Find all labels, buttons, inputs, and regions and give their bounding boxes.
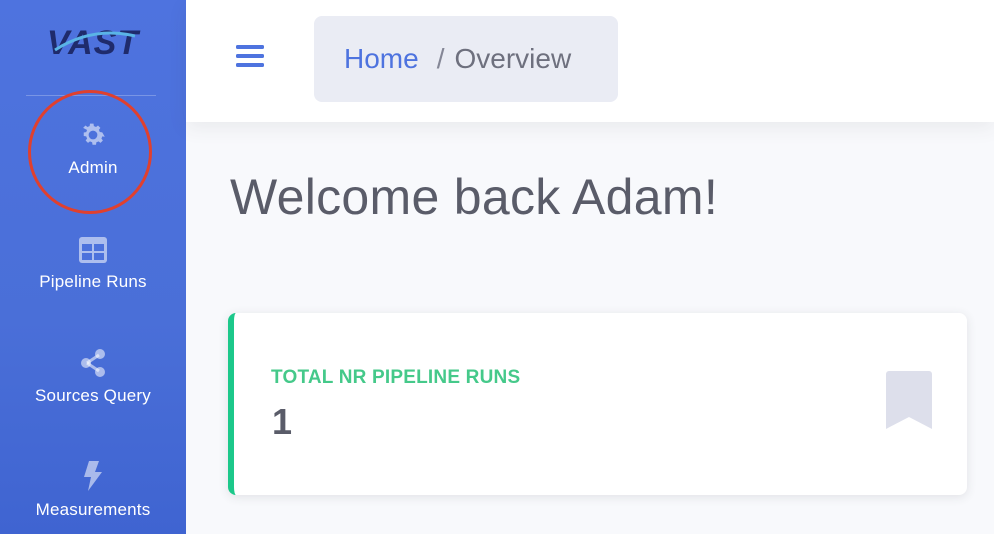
sidebar-item-admin[interactable]: Admin (0, 120, 186, 178)
breadcrumb-current: Overview (454, 43, 572, 74)
stat-card-title: TOTAL NR PIPELINE RUNS (271, 367, 521, 388)
sidebar-item-label: Sources Query (35, 386, 151, 405)
sidebar-item-label: Admin (68, 158, 118, 177)
sidebar-item-label: Pipeline Runs (39, 272, 147, 291)
breadcrumb-separator: / (436, 43, 445, 74)
topbar: Home / Overview (186, 0, 994, 122)
sidebar-divider (26, 95, 156, 96)
bolt-icon (84, 461, 102, 491)
bookmark-icon (886, 371, 932, 429)
stat-card-value: 1 (272, 401, 293, 442)
sidebar-item-pipeline-runs[interactable]: Pipeline Runs (0, 236, 186, 292)
vast-logo: VAST (47, 24, 141, 62)
breadcrumb: Home / Overview (314, 16, 618, 102)
breadcrumb-home-link[interactable]: Home (344, 43, 419, 75)
hamburger-icon (236, 45, 264, 67)
brand-logo[interactable]: VAST (0, 22, 186, 66)
share-icon (81, 349, 105, 377)
logo-text: VAST (47, 24, 141, 62)
sidebar-item-measurements[interactable]: Measurements (0, 460, 186, 520)
sidebar-item-label: Measurements (35, 500, 151, 519)
stat-card-pipeline-runs: TOTAL NR PIPELINE RUNS 1 (228, 313, 967, 495)
gear-icon (83, 123, 105, 145)
sidebar-toggle-button[interactable] (236, 44, 264, 73)
table-icon (79, 237, 107, 263)
sidebar: VAST Admin Pipeline Runs Sources Query M… (0, 0, 186, 534)
sidebar-item-sources-query[interactable]: Sources Query (0, 348, 186, 406)
page-title: Welcome back Adam! (230, 169, 719, 225)
